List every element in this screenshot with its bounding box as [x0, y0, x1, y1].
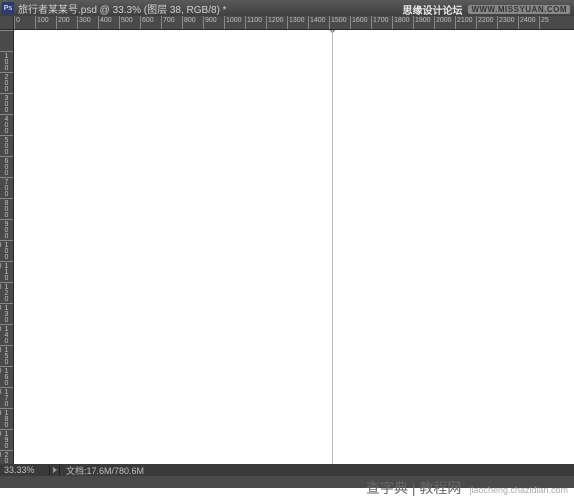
- ruler-tick: 900: [203, 16, 224, 29]
- document-title: 旅行者某某号.psd @ 33.3% (图层 38, RGB/8) *: [18, 1, 227, 16]
- ruler-tick: 1400: [0, 324, 13, 345]
- ruler-tick: 500: [0, 135, 13, 156]
- ruler-tick: 400: [98, 16, 119, 29]
- watermark-top: 思缘设计论坛 WWW.MISSYUAN.COM: [402, 2, 570, 17]
- canvas[interactable]: [14, 30, 574, 464]
- ruler-tick: 1200: [0, 282, 13, 303]
- ruler-tick: 25: [539, 16, 560, 29]
- ruler-tick: 1100: [0, 261, 13, 282]
- ruler-tick: 800: [182, 16, 203, 29]
- ruler-tick: 2200: [476, 16, 497, 29]
- ruler-tick: 400: [0, 114, 13, 135]
- ruler-tick: 100: [35, 16, 56, 29]
- ruler-tick: 1300: [0, 303, 13, 324]
- ruler-tick: 1800: [392, 16, 413, 29]
- ruler-tick: 200: [0, 72, 13, 93]
- ruler-tick: 1600: [350, 16, 371, 29]
- ruler-tick: 1800: [0, 408, 13, 429]
- vertical-guide[interactable]: [332, 30, 333, 464]
- ruler-tick: 700: [161, 16, 182, 29]
- ruler-tick: 1300: [287, 16, 308, 29]
- ruler-tick: 2000: [434, 16, 455, 29]
- photoshop-window: Ps 旅行者某某号.psd @ 33.3% (图层 38, RGB/8) * 思…: [0, 0, 574, 488]
- ruler-tick: 2300: [497, 16, 518, 29]
- ruler-tick: 1500: [0, 345, 13, 366]
- zoom-level[interactable]: 33.33%: [0, 465, 50, 475]
- watermark-text: 思缘设计论坛: [402, 2, 462, 17]
- watermark-url: WWW.MISSYUAN.COM: [468, 5, 570, 14]
- ruler-tick: 900: [0, 219, 13, 240]
- ruler-tick: 700: [0, 177, 13, 198]
- ruler-tick: 2400: [518, 16, 539, 29]
- ruler-tick: 1000: [224, 16, 245, 29]
- scroll-right-icon[interactable]: [50, 464, 60, 476]
- ruler-tick: 1900: [413, 16, 434, 29]
- ruler-tick: 1500: [329, 16, 350, 29]
- ruler-tick: 2100: [455, 16, 476, 29]
- document-size: 文档:17.6M/780.6M: [60, 464, 144, 477]
- ruler-tick: 1600: [0, 366, 13, 387]
- ruler-tick: 600: [140, 16, 161, 29]
- app-icon: Ps: [2, 2, 14, 14]
- horizontal-ruler[interactable]: 0100200300400500600700800900100011001200…: [14, 16, 574, 30]
- vertical-ruler[interactable]: 1002003004005006007008009001000110012001…: [0, 30, 14, 464]
- ruler-tick: 1400: [308, 16, 329, 29]
- ruler-tick: 500: [119, 16, 140, 29]
- ruler-tick: 1000: [0, 240, 13, 261]
- ruler-tick: 600: [0, 156, 13, 177]
- ruler-tick: 300: [0, 93, 13, 114]
- watermark-bottom-url: jiaocheng.chazidian.com: [469, 485, 568, 495]
- watermark-bottom: 查字典 | 教程网 jiaocheng.chazidian.com: [366, 478, 568, 498]
- ruler-tick: 0: [14, 16, 35, 29]
- ruler-tick: 200: [56, 16, 77, 29]
- ruler-tick: 1700: [0, 387, 13, 408]
- ruler-tick: [0, 30, 13, 51]
- ruler-origin[interactable]: [0, 16, 14, 30]
- ruler-tick: 1100: [245, 16, 266, 29]
- status-bar: 33.33% 文档:17.6M/780.6M: [0, 464, 574, 476]
- ruler-tick: 2000: [0, 450, 13, 464]
- ruler-tick: 1900: [0, 429, 13, 450]
- watermark-brand: 查字典 | 教程网: [366, 478, 461, 498]
- ruler-tick: 1700: [371, 16, 392, 29]
- ruler-tick: 300: [77, 16, 98, 29]
- ruler-tick: 800: [0, 198, 13, 219]
- ruler-tick: 100: [0, 51, 13, 72]
- ruler-tick: 1200: [266, 16, 287, 29]
